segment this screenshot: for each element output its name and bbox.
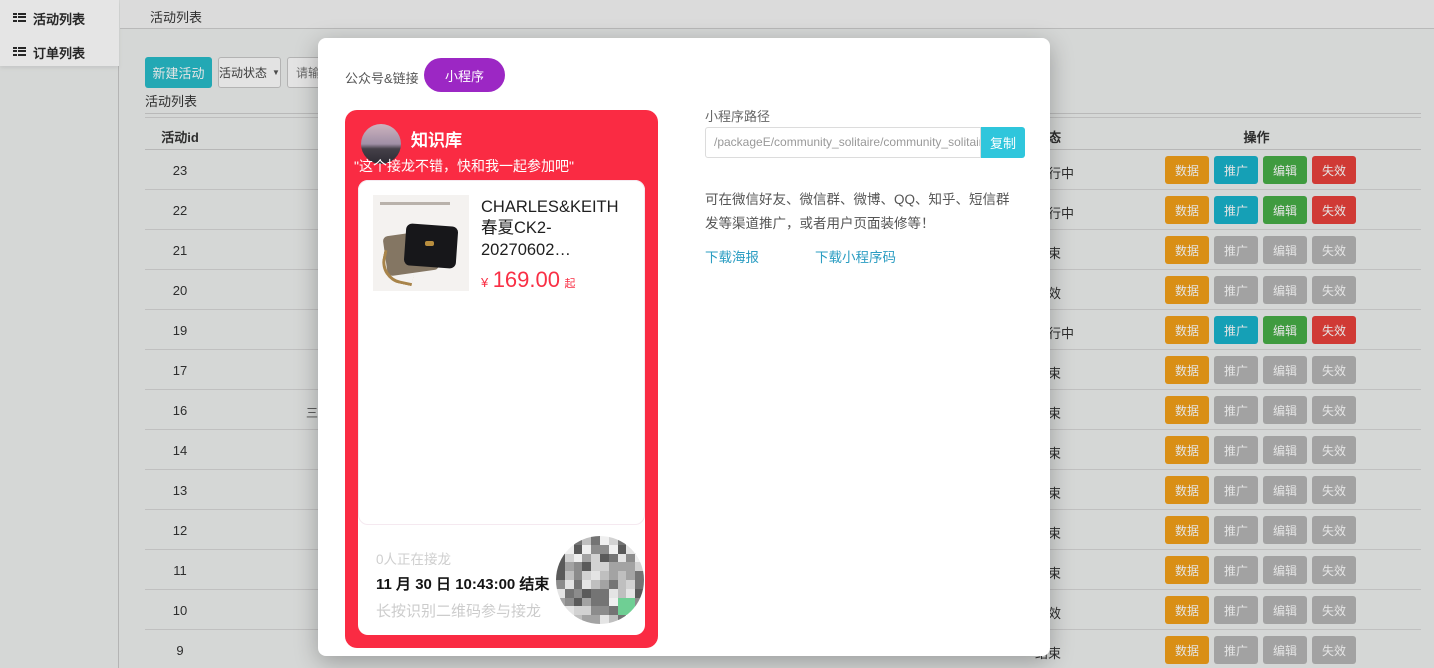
- deadline-text: 11 月 30 日 10:43:00 结束: [376, 573, 549, 594]
- mini-program-path-input[interactable]: /packageE/community_solitaire/community_…: [705, 127, 981, 158]
- product-section: CHARLES&KEITH 春夏CK2-20270602… ¥ 169.00 起: [358, 180, 645, 525]
- poster-quote: "这个接龙不错，快和我一起参加吧": [354, 156, 654, 176]
- download-qrcode-link[interactable]: 下载小程序码: [815, 246, 896, 266]
- poster-owner-name: 知识库: [411, 126, 462, 151]
- poster-inner-panel: CHARLES&KEITH 春夏CK2-20270602… ¥ 169.00 起…: [358, 180, 645, 635]
- promotion-description: 可在微信好友、微信群、微博、QQ、知乎、短信群发等渠道推广，或者用户页面装修等！: [705, 188, 1015, 235]
- product-image: [373, 195, 469, 291]
- product-title: CHARLES&KEITH 春夏CK2-20270602…: [481, 197, 639, 261]
- brand-text-decor: [380, 202, 450, 205]
- participants-count: 0人正在接龙: [376, 548, 451, 568]
- mini-program-path-label: 小程序路径: [705, 106, 770, 125]
- product-price: ¥ 169.00 起: [481, 267, 575, 293]
- promotion-modal: 公众号&链接 小程序 知识库 "这个接龙不错，快和我一起参加吧" CHARLES…: [318, 38, 1050, 656]
- copy-button[interactable]: 复制: [981, 127, 1025, 158]
- price-value: 169.00: [493, 267, 560, 292]
- tab-official-account-link[interactable]: 公众号&链接: [345, 68, 419, 87]
- handbag-front-shape: [404, 223, 459, 269]
- product-title-line2: 春夏CK2-20270602…: [481, 218, 639, 261]
- tab-mini-program[interactable]: 小程序: [424, 58, 505, 92]
- download-poster-link[interactable]: 下载海报: [705, 246, 759, 266]
- currency-symbol: ¥: [481, 275, 488, 290]
- share-poster-card: 知识库 "这个接龙不错，快和我一起参加吧" CHARLES&KEITH 春夏CK…: [345, 110, 658, 648]
- price-suffix: 起: [564, 278, 575, 290]
- handbag-clasp-shape: [425, 241, 434, 246]
- product-title-line1: CHARLES&KEITH: [481, 197, 639, 218]
- qr-code-image: [556, 536, 644, 624]
- long-press-hint: 长按识别二维码参与接龙: [376, 600, 541, 621]
